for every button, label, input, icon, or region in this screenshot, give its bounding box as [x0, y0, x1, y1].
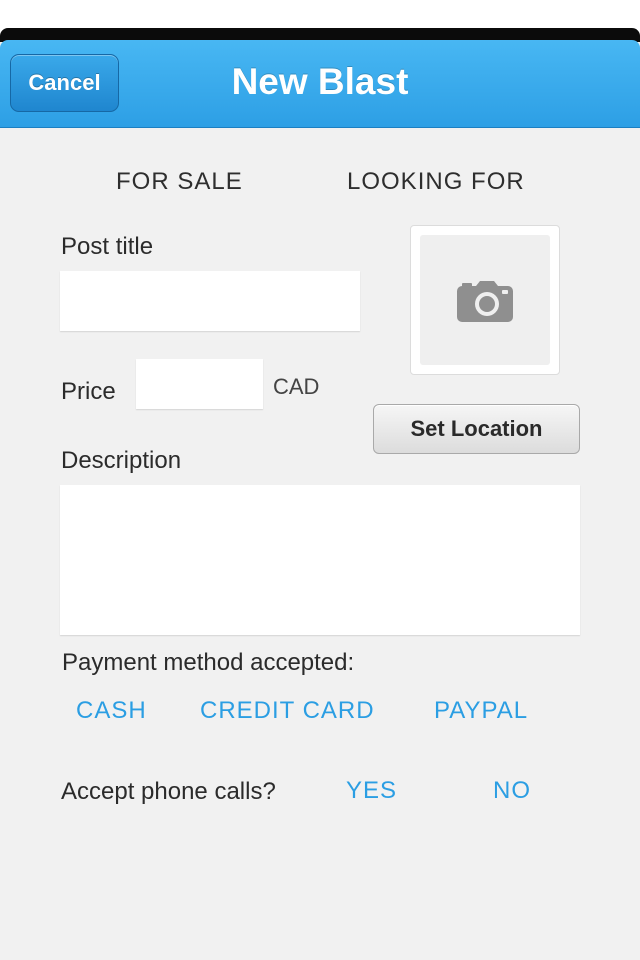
for-sale-tab[interactable]: FOR SALE: [116, 168, 243, 196]
set-location-button[interactable]: Set Location: [373, 404, 580, 454]
phone-calls-no[interactable]: NO: [493, 777, 531, 805]
camera-icon: [457, 281, 513, 322]
payment-option-paypal[interactable]: PAYPAL: [434, 697, 528, 725]
currency-label: CAD: [273, 374, 320, 399]
post-title-input[interactable]: [60, 271, 360, 331]
phone-calls-yes[interactable]: YES: [346, 777, 397, 805]
price-input[interactable]: [136, 359, 263, 409]
description-label: Description: [61, 447, 182, 474]
payment-method-label: Payment method accepted:: [62, 649, 355, 676]
payment-option-credit-card[interactable]: CREDIT CARD: [200, 697, 375, 725]
status-bar: [0, 0, 640, 42]
phone-calls-label: Accept phone calls?: [61, 778, 276, 805]
navigation-bar: Cancel New Blast: [0, 40, 640, 128]
page-title: New Blast: [231, 61, 409, 102]
post-title-label: Post title: [61, 233, 154, 260]
add-photo-button[interactable]: [410, 225, 560, 375]
description-input[interactable]: [60, 485, 580, 635]
photo-placeholder: [420, 235, 550, 365]
payment-option-cash[interactable]: CASH: [76, 697, 147, 725]
looking-for-tab[interactable]: LOOKING FOR: [347, 168, 525, 196]
price-label: Price: [61, 378, 116, 405]
cancel-button[interactable]: Cancel: [10, 54, 119, 112]
